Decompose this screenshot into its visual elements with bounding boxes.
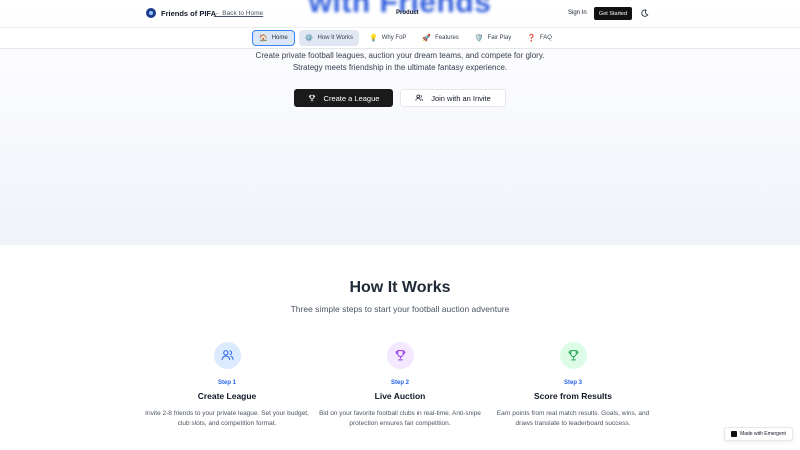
step-number: Step 1 bbox=[217, 380, 236, 386]
create-league-button[interactable]: Create a League bbox=[294, 89, 393, 107]
brand[interactable]: Friends of PIFA bbox=[146, 8, 216, 18]
tab-label: Why FoP bbox=[381, 35, 407, 41]
sign-in-button[interactable]: Sign In bbox=[568, 10, 587, 16]
brand-name: Friends of PIFA bbox=[161, 8, 217, 18]
gear-icon: ⚙️ bbox=[304, 34, 314, 42]
tab-features[interactable]: 🚀 Features bbox=[416, 30, 464, 46]
step-title: Live Auction bbox=[374, 391, 426, 401]
step-card: Step 2 Live Auction Bid on your favorite… bbox=[315, 342, 485, 429]
step-card: Step 1 Create League Invite 2-8 friends … bbox=[142, 342, 312, 429]
tab-home[interactable]: 🏠 Home bbox=[252, 30, 295, 46]
emergent-logo-icon bbox=[731, 431, 738, 437]
tab-fair-play[interactable]: 🛡️ Fair Play bbox=[469, 30, 517, 46]
step-title: Score from Results bbox=[534, 391, 612, 401]
hero-description: Create private football leagues, auction… bbox=[255, 51, 545, 72]
join-invite-label: Join with an Invite bbox=[431, 93, 491, 103]
made-with-emergent-badge[interactable]: Made with Emergent bbox=[724, 427, 793, 441]
tab-faq[interactable]: ❓ FAQ bbox=[521, 30, 558, 46]
tab-label: How It Works bbox=[317, 35, 354, 41]
tab-label: Features bbox=[435, 35, 459, 41]
section-nav-tabs: 🏠 Home ⚙️ How It Works 💡 Why FoP 🚀 Featu… bbox=[252, 30, 558, 46]
step-card: Step 3 Score from Results Earn points fr… bbox=[488, 342, 658, 429]
tab-how-it-works[interactable]: ⚙️ How It Works bbox=[298, 30, 360, 46]
create-league-label: Create a League bbox=[323, 93, 380, 103]
rocket-icon: 🚀 bbox=[422, 34, 432, 42]
step-description: Earn points from real match results. Goa… bbox=[496, 410, 650, 427]
question-icon: ❓ bbox=[527, 34, 536, 42]
tab-label: Fair Play bbox=[487, 35, 512, 41]
shield-icon: 🛡️ bbox=[474, 34, 484, 42]
badge-label: Made with Emergent bbox=[740, 431, 786, 437]
users-icon bbox=[415, 94, 424, 101]
step-description: Invite 2-8 friends to your private leagu… bbox=[145, 410, 309, 427]
step-description: Bid on your favorite football clubs in r… bbox=[319, 410, 481, 427]
get-started-button[interactable]: Get Started bbox=[594, 7, 632, 20]
brand-logo-icon bbox=[146, 8, 156, 18]
step-number: Step 3 bbox=[563, 380, 582, 386]
top-bar: Friends of PIFA ← Back to Home Product S… bbox=[0, 0, 800, 26]
home-icon: 🏠 bbox=[259, 34, 268, 42]
tab-why-fop[interactable]: 💡 Why FoP bbox=[363, 30, 412, 46]
moon-icon[interactable] bbox=[641, 9, 649, 17]
trophy-icon bbox=[386, 342, 414, 369]
how-it-works-subtitle: Three simple steps to start your footbal… bbox=[290, 304, 510, 314]
step-title: Create League bbox=[197, 391, 257, 401]
product-link[interactable]: Product bbox=[396, 10, 419, 16]
tab-label: FAQ bbox=[539, 35, 552, 41]
users-icon bbox=[213, 342, 241, 369]
tab-label: Home bbox=[271, 35, 288, 41]
trophy-icon bbox=[308, 94, 315, 102]
join-invite-button[interactable]: Join with an Invite bbox=[400, 89, 506, 107]
lightbulb-icon: 💡 bbox=[369, 34, 378, 42]
how-it-works-title: How It Works bbox=[349, 279, 451, 296]
step-number: Step 2 bbox=[390, 380, 409, 386]
back-to-home-link[interactable]: ← Back to Home bbox=[214, 10, 263, 17]
trophy-icon bbox=[559, 342, 587, 369]
